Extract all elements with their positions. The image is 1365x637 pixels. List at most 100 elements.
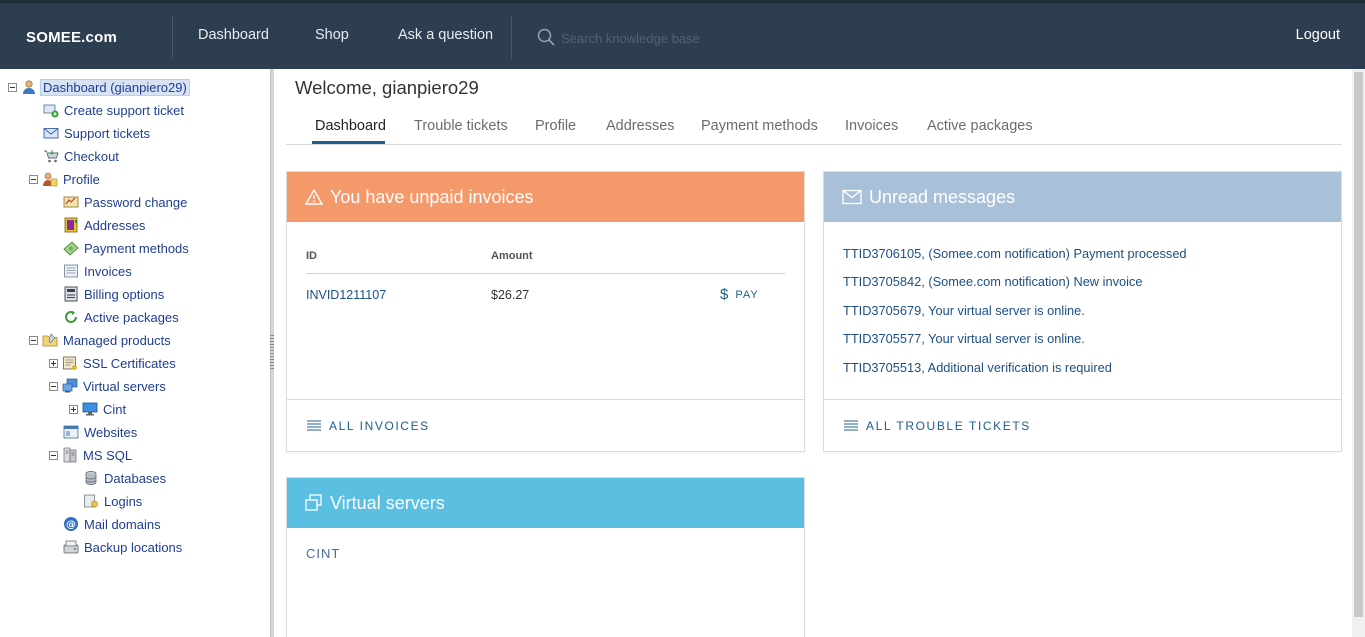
sidebar-item-password-change[interactable]: Password change	[82, 194, 189, 211]
servers-icon	[62, 378, 78, 393]
tree-collapse-toggle[interactable]	[29, 174, 38, 184]
column-header-amount: Amount	[491, 250, 533, 262]
monitor-icon	[82, 402, 98, 416]
refresh-icon	[65, 311, 77, 323]
sidebar-item-payment-methods[interactable]: Payment methods	[82, 240, 191, 257]
logout-link[interactable]: Logout	[1296, 27, 1340, 43]
tab-invoices[interactable]: Invoices	[845, 118, 898, 134]
list-icon	[844, 420, 858, 431]
search-box	[537, 26, 707, 50]
nav-divider	[172, 15, 173, 59]
tab-dashboard[interactable]: Dashboard	[315, 118, 386, 134]
search-icon[interactable]	[537, 28, 555, 46]
list-icon	[307, 420, 321, 431]
dollar-icon: $	[720, 286, 729, 303]
unread-messages-header: Unread messages	[824, 172, 1341, 222]
top-navbar: SOMEE.com Dashboard Shop Ask a question …	[0, 0, 1365, 69]
cart-icon	[44, 150, 59, 163]
tab-profile[interactable]: Profile	[535, 118, 576, 134]
tab-addresses[interactable]: Addresses	[606, 118, 675, 134]
card-title: You have unpaid invoices	[330, 186, 534, 207]
warning-icon	[305, 188, 323, 205]
nav-ask-question[interactable]: Ask a question	[398, 27, 493, 43]
svg-text:@: @	[66, 520, 76, 531]
tree-collapse-toggle[interactable]	[29, 335, 38, 345]
sidebar-item-cint[interactable]: Cint	[101, 401, 128, 418]
login-icon	[84, 494, 98, 508]
tab-payment-methods[interactable]: Payment methods	[701, 118, 818, 134]
profile-icon	[43, 172, 58, 187]
billing-icon	[64, 286, 78, 302]
sidebar-item-virtual-servers[interactable]: Virtual servers	[81, 378, 168, 395]
nav-shop[interactable]: Shop	[315, 27, 349, 43]
password-icon	[63, 196, 79, 208]
sidebar-item-websites[interactable]: Websites	[82, 424, 139, 441]
sidebar-item-active-packages[interactable]: Active packages	[82, 309, 181, 326]
money-icon	[63, 241, 79, 256]
user-icon	[23, 80, 35, 94]
tree-expand-toggle[interactable]	[49, 358, 58, 368]
sidebar-item-dashboard[interactable]: Dashboard (gianpiero29)	[40, 78, 190, 96]
at-sign-icon: @	[64, 517, 78, 531]
all-trouble-tickets-link[interactable]: ALL TROUBLE TICKETS	[824, 399, 1341, 451]
card-title: Unread messages	[869, 186, 1016, 207]
tree-collapse-toggle[interactable]	[49, 381, 58, 391]
unpaid-invoices-card: You have unpaid invoices ID Amount INVID…	[286, 171, 805, 452]
sidebar-item-profile[interactable]: Profile	[61, 171, 102, 188]
tree-collapse-toggle[interactable]	[49, 450, 58, 460]
nav-divider	[511, 15, 512, 59]
message-item[interactable]: TTID3705513, Additional verification is …	[843, 360, 1112, 375]
backup-icon	[63, 540, 79, 554]
search-input[interactable]	[561, 28, 706, 48]
all-invoices-label: ALL INVOICES	[329, 418, 430, 433]
tab-trouble-tickets[interactable]: Trouble tickets	[414, 118, 508, 134]
sidebar-item-ssl-certificates[interactable]: SSL Certificates	[81, 355, 178, 372]
all-invoices-link[interactable]: ALL INVOICES	[287, 399, 804, 451]
sidebar-item-databases[interactable]: Databases	[102, 470, 168, 487]
sidebar-item-ms-sql[interactable]: MS SQL	[81, 447, 134, 464]
invoice-amount: $26.27	[491, 288, 530, 302]
sidebar-item-checkout[interactable]: Checkout	[62, 148, 121, 165]
message-item[interactable]: TTID3706105, (Somee.com notification) Pa…	[843, 246, 1187, 261]
sidebar-item-support-tickets[interactable]: Support tickets	[62, 125, 152, 142]
brand-logo[interactable]: SOMEE.com	[26, 29, 117, 46]
tab-active-packages[interactable]: Active packages	[927, 118, 1033, 134]
unpaid-invoices-header: You have unpaid invoices	[287, 172, 804, 222]
envelope-icon	[842, 189, 862, 205]
address-book-icon	[64, 217, 78, 233]
sql-server-icon	[63, 447, 77, 463]
message-item[interactable]: TTID3705842, (Somee.com notification) Ne…	[843, 274, 1142, 289]
website-icon	[63, 425, 79, 439]
certificate-icon	[63, 356, 77, 370]
sidebar-item-backup-locations[interactable]: Backup locations	[82, 539, 184, 556]
tree-collapse-toggle[interactable]	[8, 82, 17, 92]
message-item[interactable]: TTID3705679, Your virtual server is onli…	[843, 303, 1085, 318]
card-title: Virtual servers	[330, 492, 445, 513]
sidebar-item-create-support-ticket[interactable]: Create support ticket	[62, 102, 186, 119]
page-title: Welcome, gianpiero29	[295, 77, 479, 98]
splitter-grip[interactable]	[270, 335, 274, 369]
sidebar-item-addresses[interactable]: Addresses	[82, 217, 147, 234]
pay-label: PAY	[735, 288, 759, 301]
servers-icon	[305, 494, 322, 511]
pay-button[interactable]: $ PAY	[720, 286, 759, 303]
message-item[interactable]: TTID3705577, Your virtual server is onli…	[843, 331, 1085, 346]
nav-dashboard[interactable]: Dashboard	[198, 27, 269, 43]
virtual-servers-card: Virtual servers CINT	[286, 477, 805, 637]
invoice-icon	[64, 264, 78, 278]
tree-expand-toggle[interactable]	[69, 404, 78, 414]
active-tab-indicator	[312, 141, 385, 144]
invoice-id-link[interactable]: INVID1211107	[306, 288, 386, 302]
create-ticket-icon	[43, 104, 59, 118]
unread-messages-card: Unread messages TTID3706105, (Somee.com …	[823, 171, 1342, 452]
virtual-servers-header: Virtual servers	[287, 478, 804, 528]
sidebar-item-logins[interactable]: Logins	[102, 493, 144, 510]
page-scrollbar-thumb[interactable]	[1354, 72, 1363, 617]
server-cint-link[interactable]: CINT	[306, 546, 340, 561]
sidebar-item-mail-domains[interactable]: Mail domains	[82, 516, 163, 533]
sidebar-item-billing-options[interactable]: Billing options	[82, 286, 166, 303]
sidebar-item-invoices[interactable]: Invoices	[82, 263, 134, 280]
column-header-id: ID	[306, 250, 317, 262]
sidebar-item-managed-products[interactable]: Managed products	[61, 332, 173, 349]
sidebar-tree: Dashboard (gianpiero29) Create support t…	[0, 69, 270, 637]
